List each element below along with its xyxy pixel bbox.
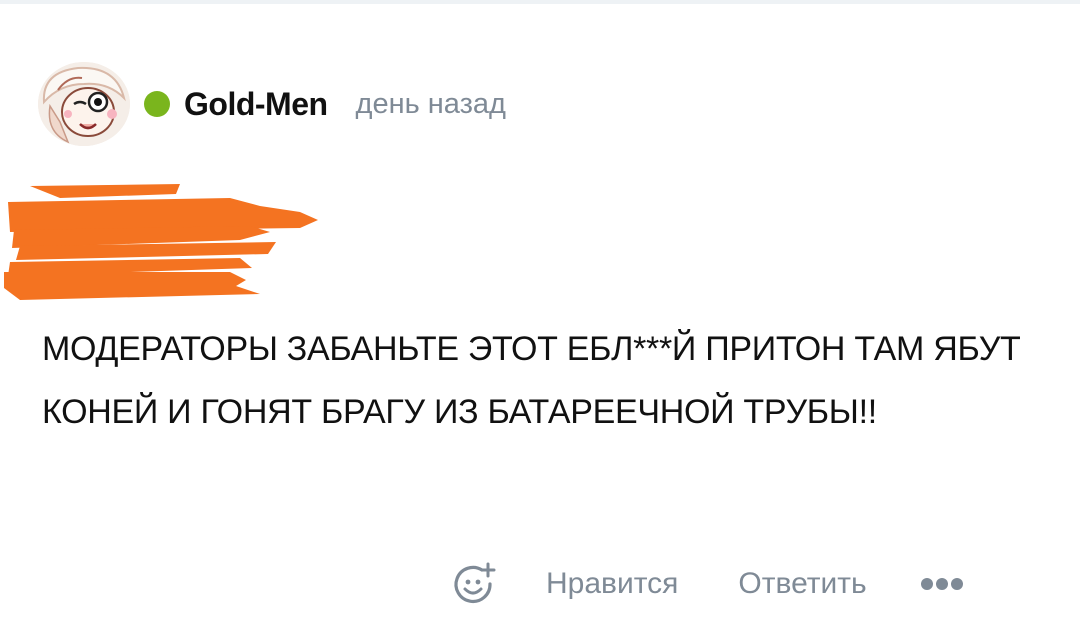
online-status-dot	[144, 91, 170, 117]
top-divider	[0, 0, 1080, 4]
add-emoji-icon[interactable]	[450, 560, 498, 608]
author-name[interactable]: Gold-Men	[184, 86, 328, 123]
more-dots-icon[interactable]	[919, 569, 965, 599]
avatar-image	[38, 62, 130, 146]
reply-button[interactable]: Ответить	[738, 567, 866, 601]
comment-header: Gold-Men день назад	[38, 62, 506, 146]
comment-actions: Нравится Ответить	[450, 556, 965, 612]
comment-timestamp[interactable]: день назад	[356, 88, 506, 121]
comment-body: МОДЕРАТОРЫ ЗАБАНЬТЕ ЭТОТ ЕБЛ***Й ПРИТОН …	[42, 330, 1021, 431]
avatar[interactable]	[38, 62, 130, 146]
comment-card: Gold-Men день назад МОДЕРАТОРЫ ЗАБАНЬТЕ …	[0, 0, 1080, 630]
like-button[interactable]: Нравится	[546, 567, 678, 601]
redaction-scribble	[4, 184, 318, 300]
